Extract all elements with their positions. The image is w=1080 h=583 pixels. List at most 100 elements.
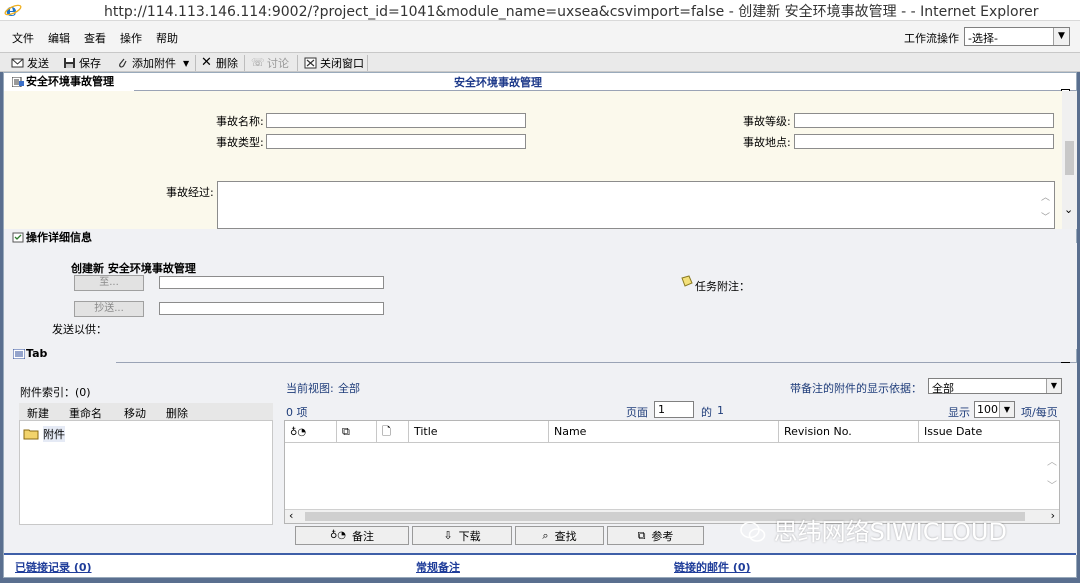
file-icon: 🗋	[382, 425, 391, 438]
tree-move-button[interactable]: 移动	[124, 405, 146, 421]
send-button[interactable]: 发送	[11, 55, 49, 71]
download-button[interactable]: ⇩ 下载	[412, 526, 512, 545]
status-bar: 已链接记录 (0) 常规备注 链接的邮件 (0)	[4, 553, 1076, 577]
main-content: 安全环境事故管理 安全环境事故管理 事故名称: 事故类型: 事故等级: 事故地点…	[3, 72, 1077, 578]
chevron-down-icon: ▼	[999, 402, 1014, 417]
linked-mail-link[interactable]: 链接的邮件 (0)	[674, 559, 751, 575]
discuss-button[interactable]: ☏ 讨论	[251, 55, 289, 71]
chevron-down-icon: ▼	[1046, 379, 1061, 393]
form-scrollbar[interactable]: ⌄	[1062, 91, 1077, 229]
floppy-disk-icon	[64, 58, 75, 68]
col-title-header[interactable]: Title	[409, 421, 549, 443]
scrollbar-thumb[interactable]	[1065, 141, 1074, 175]
col-name-header[interactable]: Name	[549, 421, 779, 443]
reference-icon: ⧉	[637, 528, 646, 542]
col-ref-icon-header[interactable]: ⧉	[337, 421, 377, 443]
cc-input[interactable]	[159, 302, 384, 315]
item-count: 0 项	[286, 406, 308, 419]
chevron-down-icon: ▼	[1053, 28, 1069, 45]
form-section-title: 安全环境事故管理	[454, 76, 542, 89]
current-view-value[interactable]: 全部	[338, 380, 360, 396]
toolbar-divider	[367, 55, 368, 71]
tree-new-button[interactable]: 新建	[27, 405, 49, 421]
page-of-label: 的	[701, 406, 712, 419]
form-icon	[12, 77, 24, 87]
notes-button[interactable]: ♁◔ 备注	[295, 526, 409, 545]
tree-root-item[interactable]: 附件	[23, 426, 65, 442]
accident-name-input[interactable]	[266, 113, 526, 128]
tab-section-tab-label: Tab	[26, 347, 48, 360]
chevron-right-icon[interactable]: ›	[1051, 509, 1055, 522]
delete-button[interactable]: ✕ 删除	[200, 55, 238, 71]
col-revision-header[interactable]: Revision No.	[779, 421, 919, 443]
delete-label: 删除	[216, 57, 238, 70]
add-attachment-label: 添加附件	[132, 57, 176, 70]
attachment-grid: ♁◔ ⧉ 🗋 Title Name Revision No. Issue Dat…	[284, 420, 1060, 524]
accident-type-input[interactable]	[266, 134, 526, 149]
to-input[interactable]	[159, 276, 384, 289]
regular-notes-link[interactable]: 常规备注	[416, 559, 460, 575]
page-input-value: 1	[658, 403, 665, 416]
save-label: 保存	[79, 57, 101, 70]
menu-view[interactable]: 查看	[84, 30, 106, 46]
accident-process-label: 事故经过:	[166, 186, 214, 199]
caret-down-icon[interactable]: ▼	[183, 59, 189, 68]
accident-location-input[interactable]	[794, 134, 1054, 149]
watermark-text: 思纬网络SIWICLOUD	[773, 518, 1007, 546]
accident-name-label: 事故名称:	[216, 115, 264, 128]
window-title: http://114.113.146.114:9002/?project_id=…	[104, 4, 1039, 20]
chevron-up-icon[interactable]: ︿	[1041, 190, 1050, 203]
page-input[interactable]: 1	[654, 401, 694, 418]
form-section-tab[interactable]: 安全环境事故管理	[4, 73, 134, 91]
current-view-label: 当前视图:	[286, 382, 334, 395]
menu-action[interactable]: 操作	[120, 30, 142, 46]
tab-section-header: Tab	[4, 345, 1076, 371]
to-button[interactable]: 至...	[74, 275, 144, 291]
cc-button[interactable]: 抄送...	[74, 301, 144, 317]
task-note-label: 任务附注：	[695, 280, 750, 293]
download-icon: ⇩	[443, 529, 453, 542]
toolbar-divider	[297, 55, 298, 71]
workflow-label: 工作流操作	[904, 32, 959, 45]
col-note-icon-header[interactable]: ♁◔	[285, 421, 337, 443]
operation-details: 创建新 安全环境事故管理 至... 抄送... 发送以供： 任务附注：	[4, 243, 1077, 349]
workflow-select[interactable]: -选择- ▼	[964, 27, 1070, 46]
workflow-select-value: -选择-	[968, 32, 998, 45]
tree-delete-button[interactable]: 删除	[166, 405, 188, 421]
save-button[interactable]: 保存	[63, 55, 101, 71]
chevron-down-icon[interactable]: ﹀	[1047, 477, 1057, 492]
tree-rename-button[interactable]: 重命名	[69, 405, 102, 421]
reference-button[interactable]: ⧉ 参考	[607, 526, 704, 545]
accident-form: 事故名称: 事故类型: 事故等级: 事故地点: 事故经过: ︿ ﹀	[4, 91, 1062, 229]
reference-button-label: 参考	[651, 529, 674, 543]
menu-help[interactable]: 帮助	[156, 30, 178, 46]
linked-records-link[interactable]: 已链接记录 (0)	[15, 559, 92, 575]
internet-explorer-icon: e	[4, 1, 22, 19]
chevron-up-icon[interactable]: ︿	[1047, 453, 1057, 468]
tab-section-tab[interactable]: Tab	[4, 345, 116, 363]
col-issue-date-header[interactable]: Issue Date	[919, 421, 1059, 443]
window-title-bar: e http://114.113.146.114:9002/?project_i…	[0, 0, 1080, 20]
col-file-icon-header[interactable]: 🗋	[377, 421, 409, 443]
accident-level-input[interactable]	[794, 113, 1054, 128]
task-icon	[12, 232, 24, 243]
tree-root-label: 附件	[43, 426, 65, 442]
close-window-button[interactable]: 关闭窗口	[304, 55, 364, 71]
notes-button-label: 备注	[352, 529, 375, 543]
note-basis-select[interactable]: 全部 ▼	[928, 378, 1062, 395]
sticky-note-icon	[681, 275, 693, 287]
paperclip-icon	[119, 58, 127, 68]
attachment-index: 附件索引：(0)	[20, 386, 91, 399]
page-size-select[interactable]: 100 ▼	[974, 401, 1015, 418]
add-attachment-button[interactable]: 添加附件 ▼	[116, 55, 189, 71]
chevron-down-icon[interactable]: ﹀	[1041, 210, 1050, 223]
chevron-down-icon[interactable]: ⌄	[1064, 203, 1073, 216]
menu-edit[interactable]: 编辑	[48, 30, 70, 46]
chevron-left-icon[interactable]: ‹	[289, 509, 293, 522]
discussion-icon: ☏	[251, 56, 265, 69]
accident-process-textarea[interactable]: ︿ ﹀	[217, 181, 1055, 229]
search-button[interactable]: ⌕ 查找	[515, 526, 604, 545]
menu-file[interactable]: 文件	[12, 30, 34, 46]
close-x-icon: ✕	[201, 55, 212, 70]
accident-type-label: 事故类型:	[216, 136, 264, 149]
